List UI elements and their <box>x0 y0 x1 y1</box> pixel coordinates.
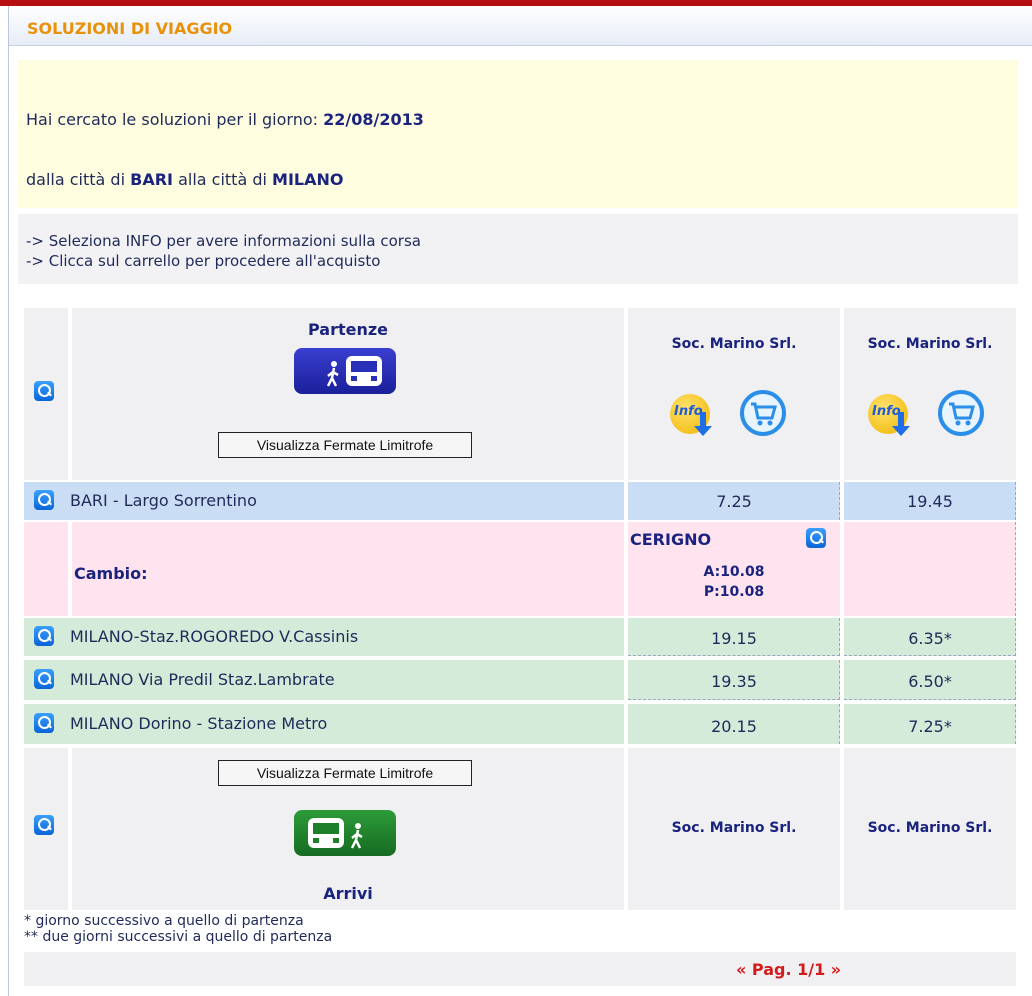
search-from-city: BARI <box>130 170 173 189</box>
stop-name: MILANO Via Predil Staz.Lambrate <box>70 670 335 689</box>
departure-bus-icon <box>294 348 396 394</box>
arrival-stop-row: MILANO-Staz.ROGOREDO V.Cassinis <box>24 618 624 656</box>
time-cell: 7.25* <box>844 704 1016 744</box>
section-header: SOLUZIONI DI VIAGGIO <box>9 6 1032 46</box>
zoom-icon[interactable] <box>806 528 826 548</box>
time-cell: 6.50* <box>844 660 1016 700</box>
departure-time: 19.45 <box>907 492 953 511</box>
cart-icon[interactable] <box>740 390 786 436</box>
page-title: SOLUZIONI DI VIAGGIO <box>27 19 233 38</box>
search-date: 22/08/2013 <box>323 110 424 129</box>
info-label: Info <box>872 404 901 419</box>
company-column-1-header: Soc. Marino Srl. Info <box>628 308 840 480</box>
header-zoom-cell <box>24 308 68 480</box>
departures-header-cell: Partenze Visualizza Fermate Limitrofe <box>72 308 624 480</box>
zoom-icon[interactable] <box>34 815 54 835</box>
change-spacer-cell <box>24 522 68 616</box>
pagination-link[interactable]: « Pag. 1/1 » <box>736 960 841 979</box>
arrivals-label: Arrivi <box>323 884 373 903</box>
arrival-bus-icon <box>294 810 396 856</box>
left-border-line <box>8 6 9 996</box>
instruction-info: -> Seleziona INFO per avere informazioni… <box>26 232 421 250</box>
arrival-time: 7.25* <box>908 717 952 736</box>
instruction-cart: -> Clicca sul carrello per procedere all… <box>26 252 381 270</box>
company-column-2-header: Soc. Marino Srl. Info <box>844 308 1016 480</box>
arrival-time: 20.15 <box>711 717 757 736</box>
search-from-prefix: dalla città di <box>26 170 126 189</box>
arrival-stop-row: MILANO Via Predil Staz.Lambrate <box>24 660 624 700</box>
arrival-time: 19.35 <box>711 672 757 691</box>
change-city: CERIGNO <box>630 530 712 549</box>
company-name: Soc. Marino Srl. <box>867 820 993 836</box>
zoom-icon[interactable] <box>34 381 54 401</box>
search-route-line: dalla città di BARI alla città di MILANO <box>26 170 344 189</box>
footnote-next-day: * giorno successivo a quello di partenza <box>24 913 304 929</box>
stop-name: MILANO Dorino - Stazione Metro <box>70 714 328 733</box>
search-date-line: Hai cercato le soluzioni per il giorno: … <box>26 110 424 129</box>
footer-zoom-cell <box>24 748 68 910</box>
company-column-2-footer: Soc. Marino Srl. <box>844 748 1016 910</box>
change-departure: P:10.08 <box>703 584 765 600</box>
nearby-stops-button-top[interactable]: Visualizza Fermate Limitrofe <box>218 432 472 458</box>
zoom-icon[interactable] <box>34 626 54 646</box>
info-arrow-shape <box>694 412 712 436</box>
pagination-bar: « Pag. 1/1 » <box>24 952 1016 986</box>
time-cell: 19.15 <box>628 618 840 656</box>
footnote-two-days: ** due giorni successivi a quello di par… <box>24 929 333 945</box>
info-arrow-shape <box>892 412 910 436</box>
arrival-time: 19.15 <box>711 629 757 648</box>
time-cell: 20.15 <box>628 704 840 744</box>
cart-icon[interactable] <box>938 390 984 436</box>
change-label: Cambio: <box>74 564 148 583</box>
company-name: Soc. Marino Srl. <box>671 336 797 352</box>
instructions-box: -> Seleziona INFO per avere informazioni… <box>18 214 1018 284</box>
time-cell: 7.25 <box>628 482 840 520</box>
nearby-stops-button-bottom[interactable]: Visualizza Fermate Limitrofe <box>218 760 472 786</box>
change-label-cell: Cambio: <box>72 522 624 616</box>
company-column-1-footer: Soc. Marino Srl. <box>628 748 840 910</box>
change-arrival: A:10.08 <box>703 564 765 580</box>
arrival-stop-row: MILANO Dorino - Stazione Metro <box>24 704 624 744</box>
time-cell: 19.35 <box>628 660 840 700</box>
search-to-city: MILANO <box>272 170 344 189</box>
departure-stop-row: BARI - Largo Sorrentino <box>24 482 624 520</box>
change-details-cell: CERIGNO A:10.08 P:10.08 <box>628 522 840 616</box>
departures-label: Partenze <box>307 320 389 339</box>
change-empty-cell <box>844 522 1016 616</box>
search-summary-box: Hai cercato le soluzioni per il giorno: … <box>18 60 1018 208</box>
arrivals-header-cell: Visualizza Fermate Limitrofe Arrivi <box>72 748 624 910</box>
company-name: Soc. Marino Srl. <box>671 820 797 836</box>
stop-name: MILANO-Staz.ROGOREDO V.Cassinis <box>70 627 359 646</box>
time-cell: 19.45 <box>844 482 1016 520</box>
info-icon[interactable]: Info <box>868 388 916 436</box>
info-icon[interactable]: Info <box>670 388 718 436</box>
zoom-icon[interactable] <box>34 713 54 733</box>
arrival-time: 6.50* <box>908 672 952 691</box>
departure-time: 7.25 <box>716 492 752 511</box>
arrival-time: 6.35* <box>908 629 952 648</box>
company-name: Soc. Marino Srl. <box>867 336 993 352</box>
info-label: Info <box>674 404 703 419</box>
zoom-icon[interactable] <box>34 490 54 510</box>
search-to-prefix: alla città di <box>178 170 267 189</box>
time-cell: 6.35* <box>844 618 1016 656</box>
stop-name: BARI - Largo Sorrentino <box>70 491 257 510</box>
search-date-prefix: Hai cercato le soluzioni per il giorno: <box>26 110 319 129</box>
zoom-icon[interactable] <box>34 669 54 689</box>
